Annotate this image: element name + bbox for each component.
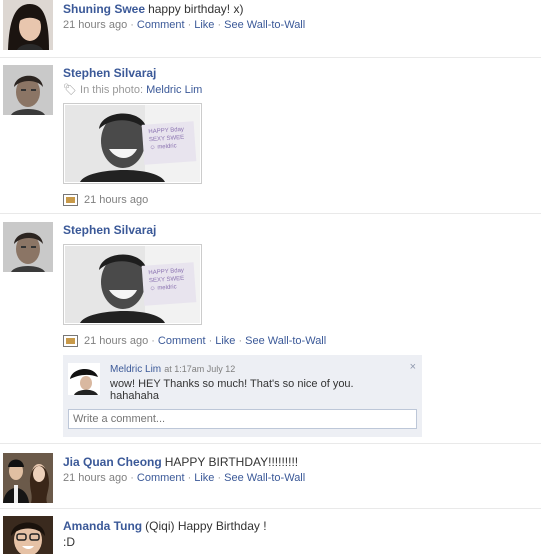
story-stephen-photo-tag: Stephen Silvaraj 🏷 In this photo: Meldri… [0,58,541,210]
wall-photo[interactable]: HAPPY Bday SEXY SWEE ☺ meldric [63,103,202,184]
avatar[interactable] [3,0,53,50]
photo-tag-line: 🏷 In this photo: Meldric Lim [63,83,541,96]
comment-link[interactable]: Comment [158,335,206,347]
like-link[interactable]: Like [215,335,235,347]
comment-link[interactable]: Comment [137,19,185,31]
timestamp: 21 hours ago [63,472,128,484]
post-meta: 21 hours ago · Comment · Like · See Wall-to-Wa… [63,472,306,484]
photo-album-icon [63,194,78,207]
photo-album-icon [63,335,78,348]
story-jia-quan: Jia Quan Cheong HAPPY BIRTHDAY!!!!!!!!! … [0,444,541,504]
story-amanda: Amanda Tung (Qiqi) Happy Birthday ! :D [0,509,541,554]
comment-box: Meldric Lim at 1:17am July 12 wow! HEY T… [63,355,422,437]
author-name[interactable]: Stephen Silvaraj [63,66,156,80]
comment-link[interactable]: Comment [137,472,185,484]
author-name[interactable]: Amanda Tung [63,519,142,533]
wall-photo[interactable]: HAPPY Bday SEXY SWEE ☺ meldric [63,244,202,325]
tag-icon: 🏷 [63,84,77,96]
timestamp: 21 hours ago [84,335,149,347]
author-name[interactable]: Stephen Silvaraj [63,223,156,237]
avatar[interactable] [3,516,53,554]
avatar[interactable] [3,453,53,503]
like-link[interactable]: Like [194,472,214,484]
author-name[interactable]: Shuning Swee [63,2,145,16]
photo-sign: HAPPY Bday SEXY SWEE ☺ meldric [148,267,185,293]
wall-to-wall-link[interactable]: See Wall-to-Wall [245,335,326,347]
post-message: (Qiqi) Happy Birthday ! [145,519,267,533]
story-stephen-photo: Stephen Silvaraj HAPPY Bday SEXY SWEE ☺ … [0,214,541,442]
avatar[interactable] [3,222,53,272]
like-link[interactable]: Like [194,19,214,31]
tag-prefix: In this photo: [80,84,144,96]
post-meta: 21 hours ago · Comment · Like · See Wall-to-Wa… [63,19,306,31]
comment-time: at 1:17am July 12 [164,364,236,374]
wall-to-wall-link[interactable]: See Wall-to-Wall [224,19,305,31]
post-message-line2: :D [63,535,75,549]
timestamp: 21 hours ago [63,19,128,31]
comment-input[interactable] [68,409,417,429]
wall-to-wall-link[interactable]: See Wall-to-Wall [224,472,305,484]
post-message: HAPPY BIRTHDAY!!!!!!!!! [164,455,299,469]
commenter-name[interactable]: Meldric Lim [110,364,161,375]
post-meta: 21 hours ago · Comment · Like · See Wall-to-Wa… [63,335,326,348]
close-icon[interactable]: × [410,361,416,373]
avatar[interactable] [3,65,53,115]
tagged-person-link[interactable]: Meldric Lim [146,84,202,96]
photo-sign: HAPPY Bday SEXY SWEE ☺ meldric [148,126,185,152]
post-meta: 21 hours ago [63,194,149,207]
story-shuning: Shuning Swee happy birthday! x) 21 hours… [0,0,541,56]
author-name[interactable]: Jia Quan Cheong [63,455,162,469]
commenter-avatar[interactable] [68,363,100,395]
post-message: happy birthday! x) [148,2,244,16]
comment-text: wow! HEY Thanks so much! That's so nice … [110,378,354,402]
timestamp: 21 hours ago [84,194,149,206]
